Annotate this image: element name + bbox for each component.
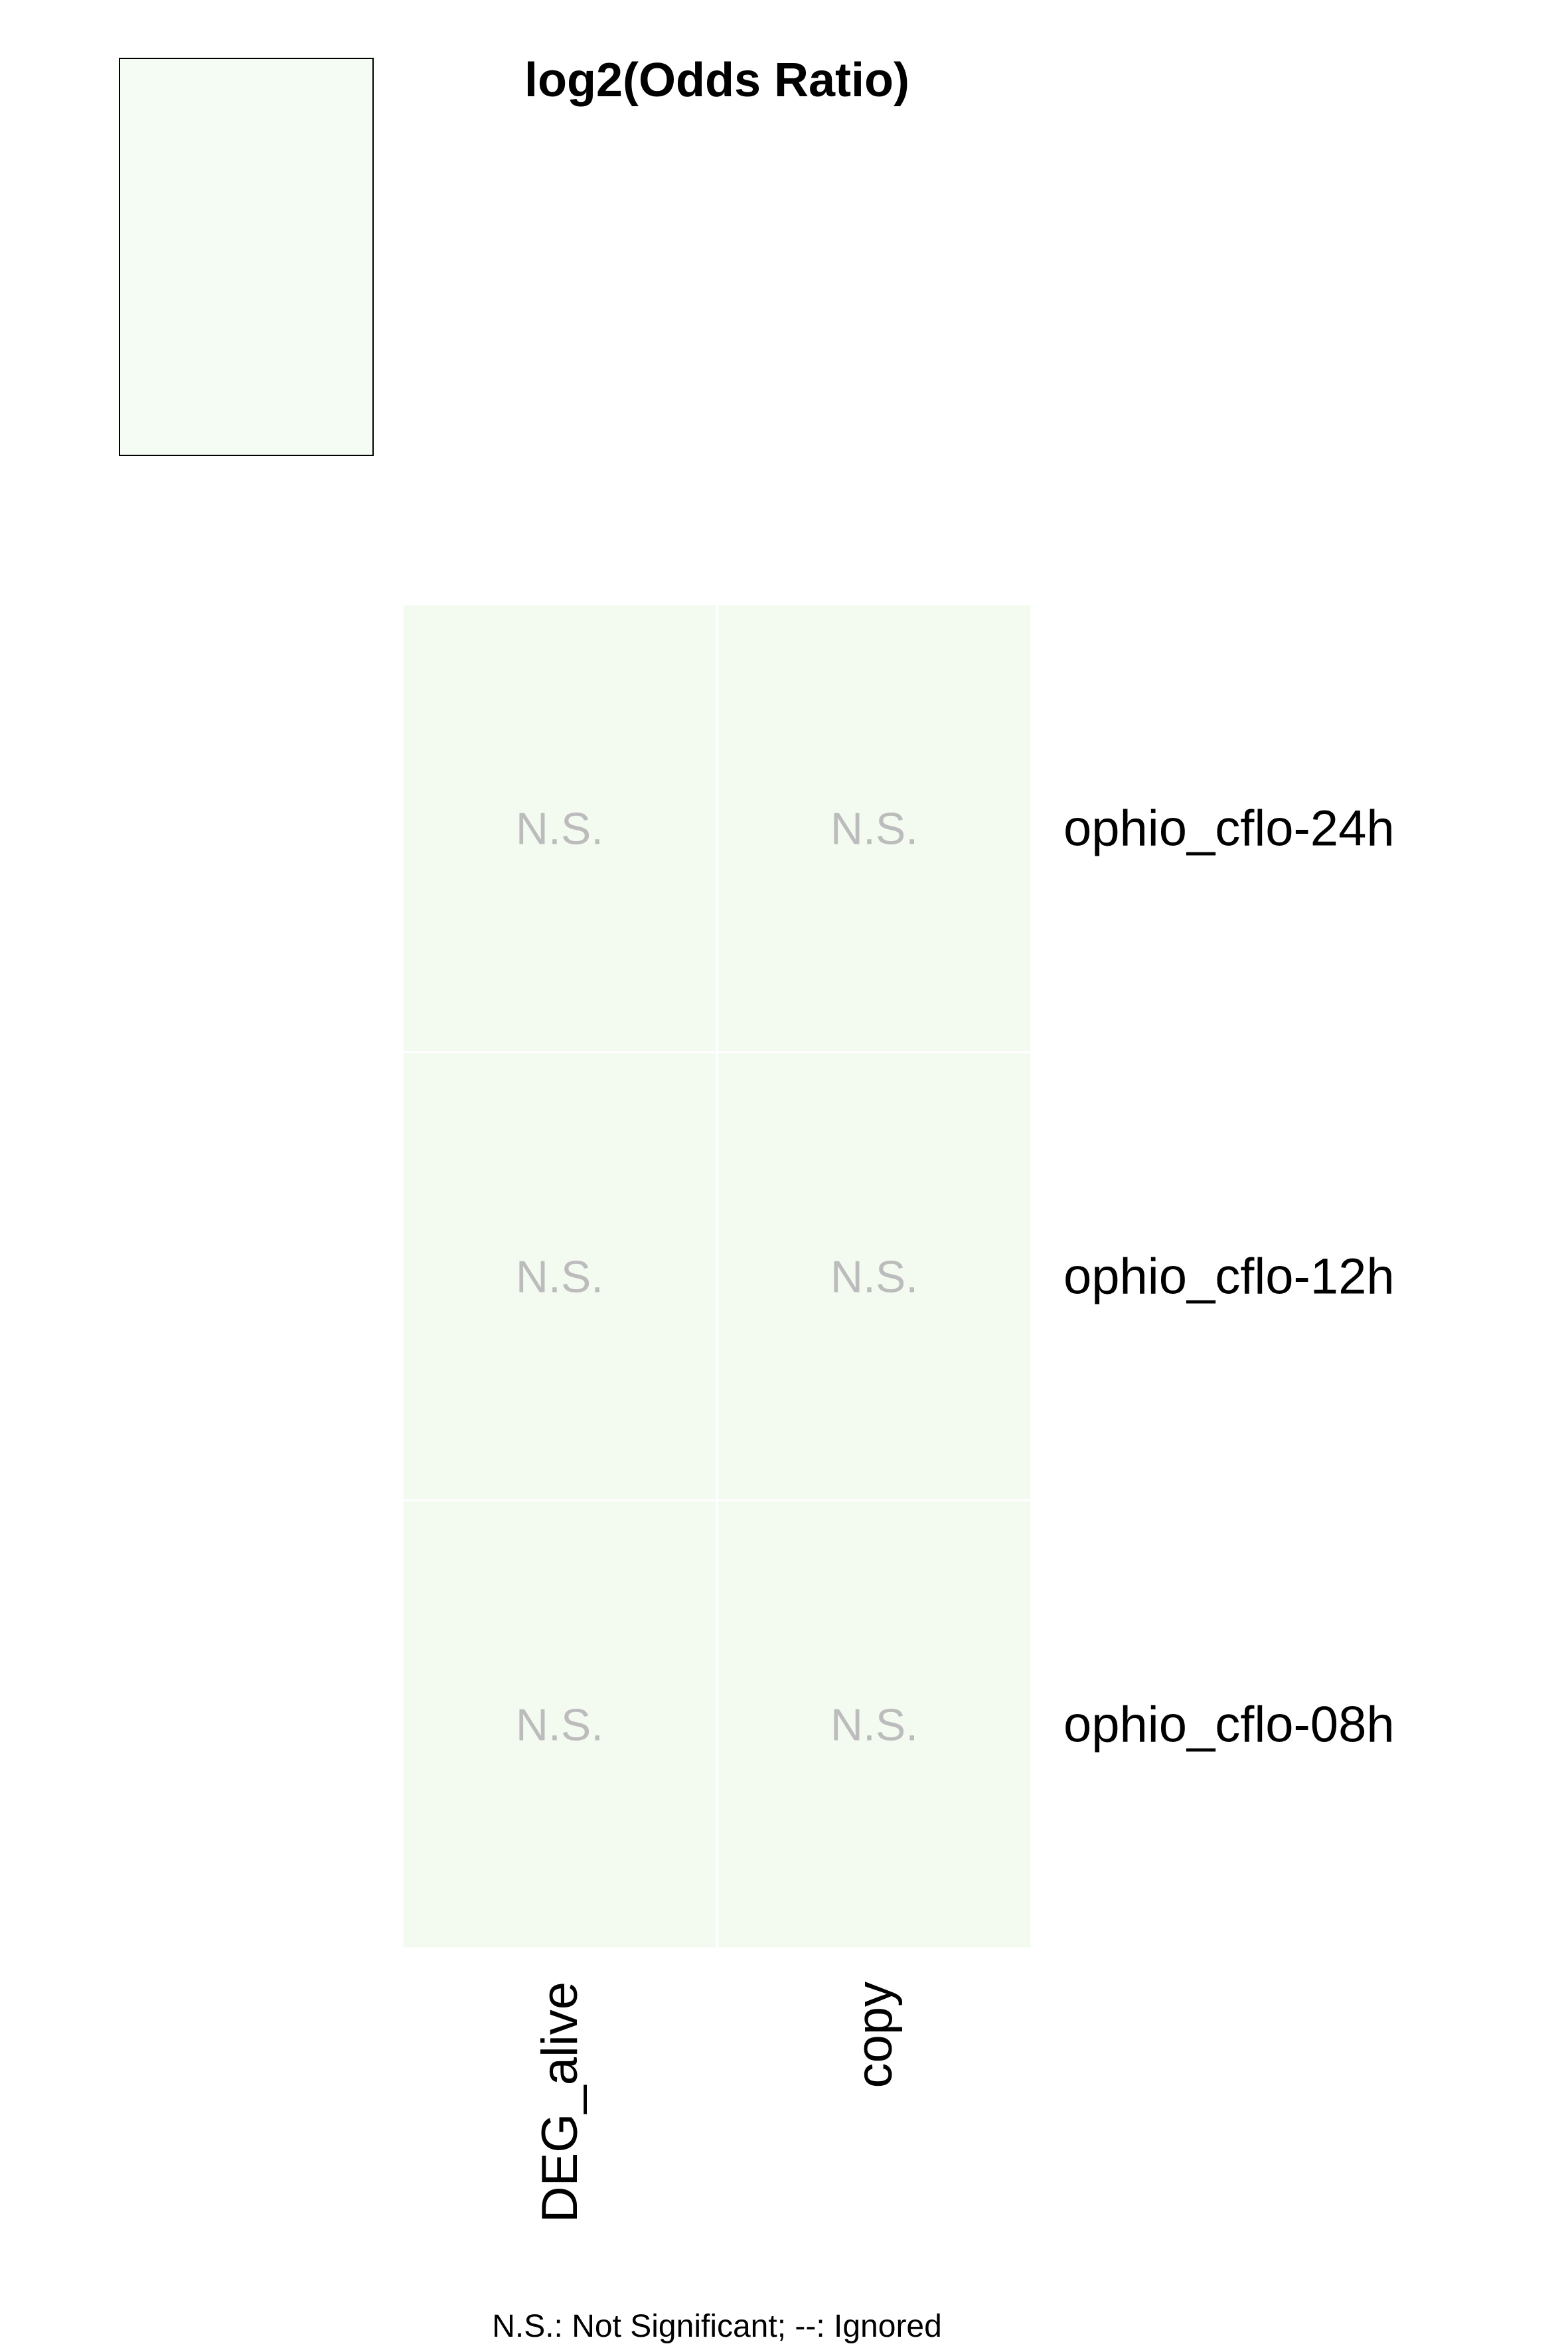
row-label: ophio_cflo-08h — [1063, 1697, 1395, 1753]
column-label: DEG_alive — [532, 1982, 588, 2223]
row-label: ophio_cflo-12h — [1063, 1249, 1395, 1305]
cell-value-label: N.S. — [830, 804, 918, 854]
row-label: ophio_cflo-24h — [1063, 801, 1395, 857]
color-key-legend — [119, 58, 374, 456]
cell-value-label: N.S. — [830, 1252, 918, 1302]
row-labels: ophio_cflo-24h ophio_cflo-12h ophio_cflo-0… — [1063, 801, 1395, 1753]
cell-value-label: N.S. — [516, 804, 603, 854]
column-labels: DEG_alive copy — [532, 1982, 903, 2223]
heatmap-chart: log2(Odds Ratio) N.S. N.S.N.S. N.S.N.S. N.S… — [119, 54, 1395, 2344]
cell-value-label: N.S. — [516, 1252, 603, 1302]
heatmap-cells: N.S. N.S. N.S. N.S. N.S. N.S. — [401, 603, 1033, 1950]
column-label: copy — [846, 1982, 903, 2088]
chart-title: log2(Odds Ratio) — [524, 54, 909, 107]
footnote: N.S.: Not Significant; --: Ignored — [492, 2309, 942, 2344]
cell-value-label: N.S. — [830, 1700, 918, 1751]
cell-value-label: N.S. — [516, 1700, 603, 1751]
